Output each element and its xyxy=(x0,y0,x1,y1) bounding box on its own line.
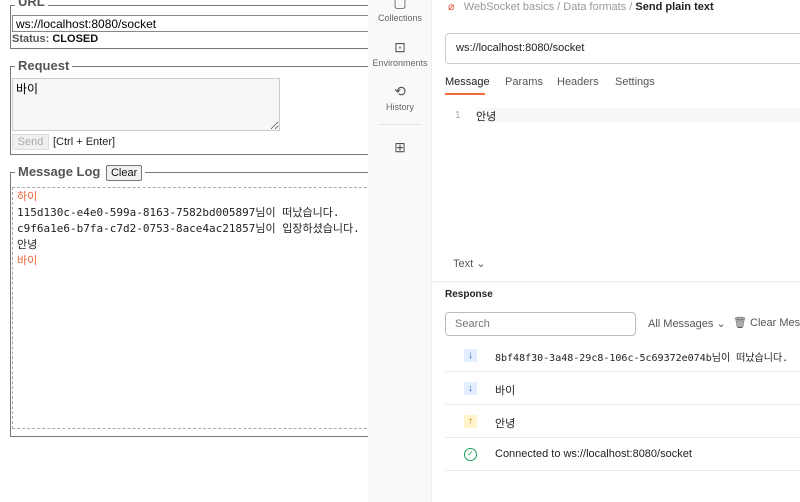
format-dropdown[interactable]: Text ⌄ xyxy=(453,257,485,270)
clear-log-button[interactable]: Clear xyxy=(105,165,143,181)
message-filter-dropdown[interactable]: All Messages ⌄ xyxy=(648,317,726,330)
status-label: Status: xyxy=(12,33,50,45)
sidebar-label: Collections xyxy=(377,13,423,23)
trash-icon: 🗑 xyxy=(733,317,747,329)
response-search-input[interactable] xyxy=(445,312,636,336)
url-legend: URL xyxy=(15,0,48,9)
sidebar-label: History xyxy=(385,102,414,112)
tab-headers[interactable]: Headers xyxy=(557,76,599,88)
response-message-row[interactable]: ✓ Connected to ws://localhost:8080/socket xyxy=(445,438,800,471)
log-entry: 하이 xyxy=(17,190,38,203)
response-message-row[interactable]: ↓ 바이 xyxy=(445,372,800,405)
message-log-title: Message Log xyxy=(18,164,101,179)
environment-icon: ⊡ xyxy=(394,39,406,55)
chevron-down-icon: ⌄ xyxy=(476,258,486,270)
line-number: 1 xyxy=(455,110,461,121)
clear-messages-button[interactable]: 🗑 Clear Messages xyxy=(733,316,800,329)
filter-label: All Messages xyxy=(648,318,714,330)
format-label: Text xyxy=(453,258,474,270)
response-message-row[interactable]: ↑ 안녕 xyxy=(445,405,800,438)
message-log: 하이 115d130c-e4e0-599a-8163-7582bd005897님이… xyxy=(12,187,372,429)
divider xyxy=(432,281,800,283)
tab-params[interactable]: Params xyxy=(505,76,543,88)
tab-settings[interactable]: Settings xyxy=(615,76,655,88)
clear-messages-label: Clear Messages xyxy=(750,317,800,329)
response-message-row[interactable]: ↓ 8bf48f30-3a48-29c8-106c-5c69372e074b님이 … xyxy=(445,339,800,372)
sidebar-item-collections[interactable]: ▢ Collections xyxy=(368,0,432,23)
message-log-legend: Message Log Clear xyxy=(15,164,146,181)
url-input[interactable] xyxy=(12,15,382,32)
arrow-up-icon: ↑ xyxy=(464,415,477,428)
status-value: CLOSED xyxy=(52,33,99,45)
status-line: Status: CLOSED xyxy=(12,33,98,45)
log-entry: 115d130c-e4e0-599a-8163-7582bd005897님이 떠… xyxy=(17,206,340,219)
active-tab-indicator xyxy=(445,93,485,95)
history-icon: ⟲ xyxy=(394,83,406,99)
arrow-down-icon: ↓ xyxy=(464,382,477,395)
message-text: Connected to ws://localhost:8080/socket xyxy=(495,448,692,460)
arrow-down-icon: ↓ xyxy=(464,349,477,362)
sidebar-divider xyxy=(378,124,422,125)
trash-bin-icon: ▢ xyxy=(393,0,407,10)
message-editor[interactable]: 안녕 xyxy=(476,108,800,123)
breadcrumb-item[interactable]: WebSocket basics xyxy=(464,1,554,13)
response-title: Response xyxy=(445,289,493,300)
sidebar-label: Environments xyxy=(372,58,428,68)
message-text: 8bf48f30-3a48-29c8-106c-5c69372e074b님이 떠… xyxy=(495,353,789,364)
log-entry: 바이 xyxy=(17,254,38,267)
request-url-input[interactable]: ws://localhost:8080/socket xyxy=(445,33,800,64)
request-textarea[interactable]: 바이 xyxy=(12,78,280,131)
send-button[interactable]: Send xyxy=(12,134,49,150)
check-circle-icon: ✓ xyxy=(464,448,477,461)
log-entry: 안녕 xyxy=(17,238,38,251)
breadcrumb-current: Send plain text xyxy=(635,1,714,13)
request-legend: Request xyxy=(15,58,73,73)
message-text: 안녕 xyxy=(495,418,516,430)
sidebar: ▢ Collections ⊡ Environments ⟲ History ⊞ xyxy=(368,0,432,502)
configure-sidebar-button[interactable]: ⊞ xyxy=(368,139,432,158)
log-entry: c9f6a1e6-b7fa-c7d2-0753-8ace4ac21857님이 입… xyxy=(17,222,360,235)
message-text: 바이 xyxy=(495,385,516,397)
sidebar-item-environments[interactable]: ⊡ Environments xyxy=(368,39,432,68)
send-hint: [Ctrl + Enter] xyxy=(53,136,116,148)
grid-plus-icon: ⊞ xyxy=(394,139,406,155)
breadcrumb: ⌀ WebSocket basics / Data formats / Send… xyxy=(448,1,714,13)
chevron-down-icon: ⌄ xyxy=(716,318,726,330)
breadcrumb-item[interactable]: Data formats xyxy=(563,1,626,13)
sidebar-item-history[interactable]: ⟲ History xyxy=(368,83,432,112)
websocket-icon: ⌀ xyxy=(448,1,455,13)
tab-message[interactable]: Message xyxy=(445,76,490,88)
